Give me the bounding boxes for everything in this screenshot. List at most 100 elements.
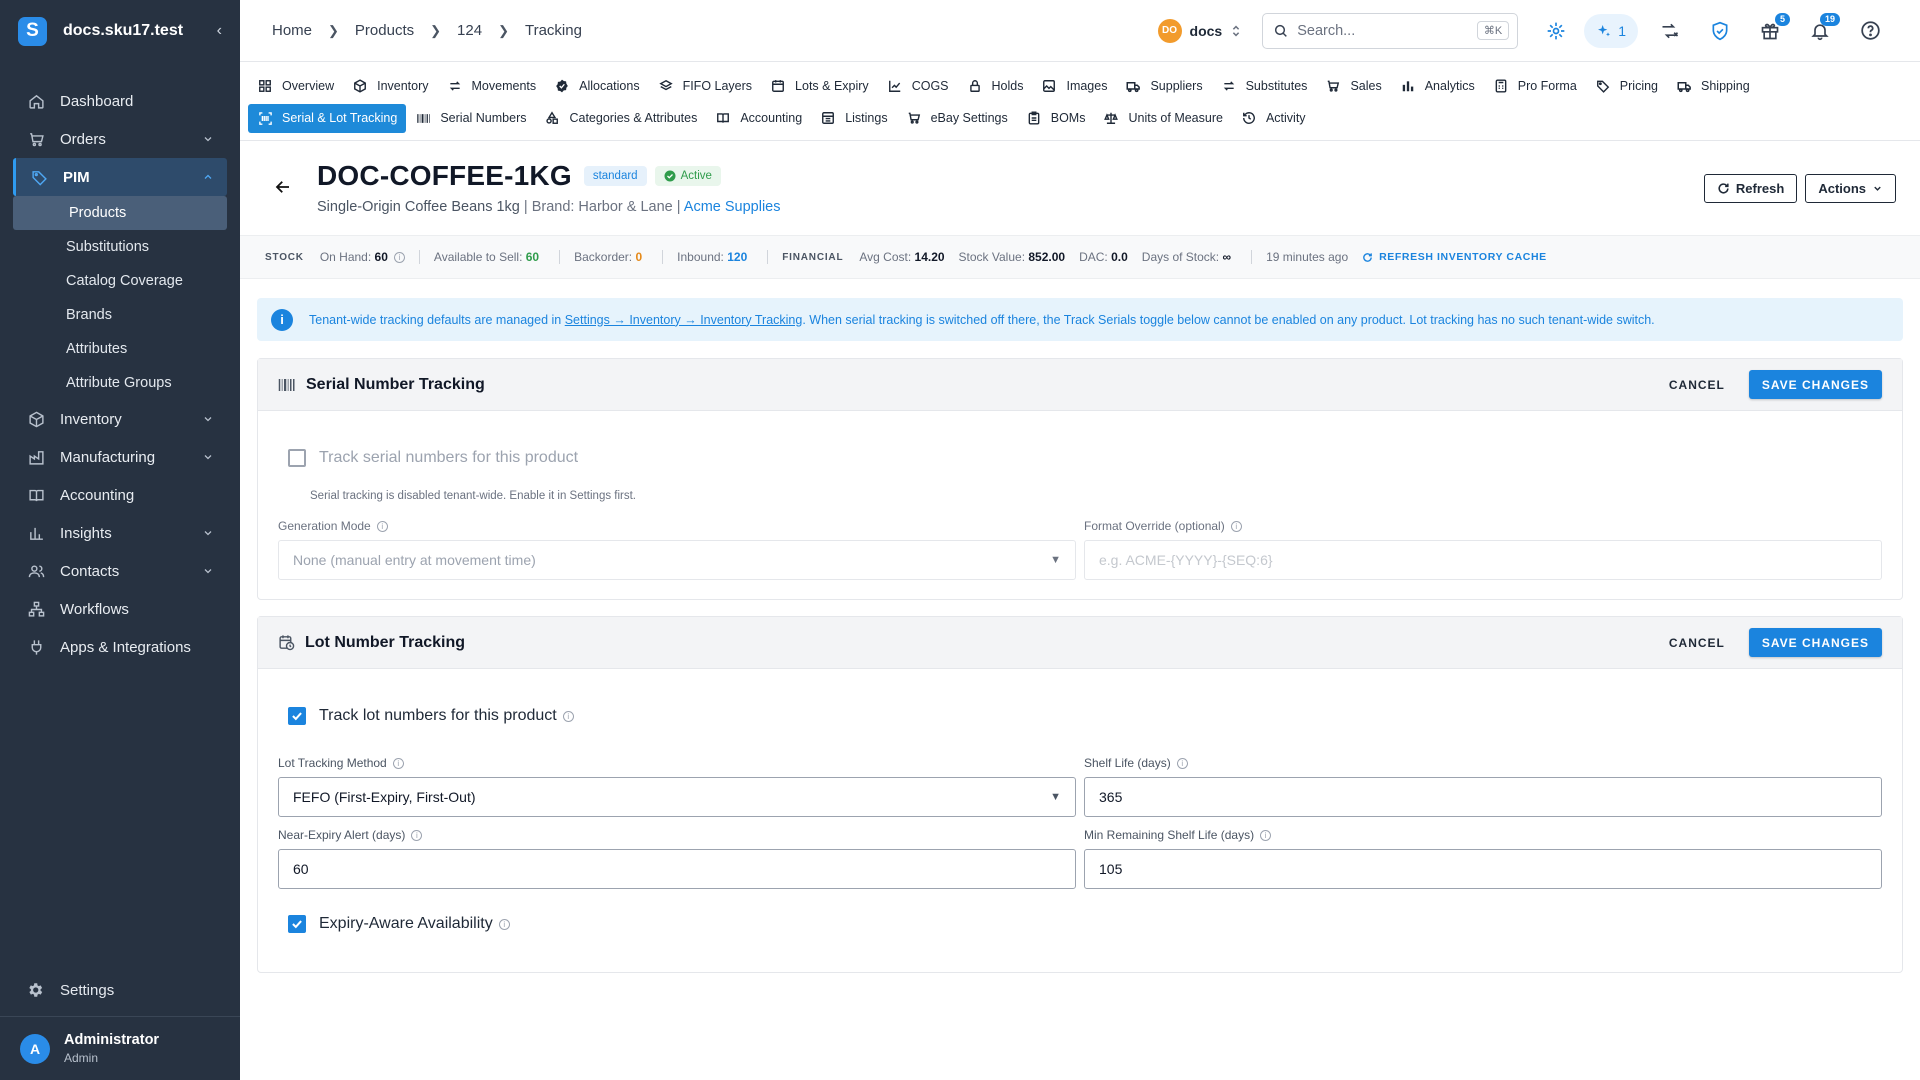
info-icon[interactable]: i [562, 710, 574, 722]
bell-icon[interactable]: 19 [1802, 12, 1840, 49]
sidebar-item-orders[interactable]: Orders [0, 120, 240, 158]
product-subtitle: Single-Origin Coffee Beans 1kg | Brand: … [317, 199, 781, 215]
chevron-down-icon [202, 565, 214, 577]
tab-overview[interactable]: Overview [248, 72, 343, 101]
track-serials-checkbox[interactable] [288, 449, 306, 467]
info-icon[interactable]: i [411, 829, 423, 841]
shield-icon[interactable] [1702, 13, 1738, 49]
tab-categories-attributes[interactable]: Categories & Attributes [535, 104, 706, 133]
tab-serial-lot-tracking[interactable]: Serial & Lot Tracking [248, 103, 407, 133]
tab-fifo-layers[interactable]: FIFO Layers [649, 72, 761, 101]
app-logo[interactable]: S [18, 16, 47, 46]
save-changes-button[interactable]: SAVE CHANGES [1748, 628, 1882, 657]
tab-sales[interactable]: Sales [1316, 72, 1390, 101]
info-icon[interactable]: i [498, 918, 510, 930]
search-input[interactable]: Search... ⌘K [1262, 12, 1519, 49]
tab-inventory[interactable]: Inventory [343, 72, 437, 101]
sidebar-item-contacts[interactable]: Contacts [0, 552, 240, 590]
cancel-button[interactable]: CANCEL [1669, 636, 1725, 650]
serial-tracking-card: Serial Number Tracking CANCEL SAVE CHANG… [257, 358, 1903, 600]
divider [559, 250, 561, 264]
tab-activity[interactable]: Activity [1232, 104, 1315, 133]
ai-assistant-button[interactable]: 1 [1584, 13, 1638, 48]
sidebar-subitem-attribute-groups[interactable]: Attribute Groups [0, 366, 240, 400]
refresh-button[interactable]: Refresh [1703, 174, 1798, 203]
tab-lots-expiry[interactable]: Lots & Expiry [761, 72, 878, 101]
tab-serial-numbers[interactable]: Serial Numbers [406, 104, 535, 133]
breadcrumb-product-id[interactable]: 124 [457, 22, 482, 39]
info-icon[interactable]: i [1176, 757, 1188, 769]
tab-label: Inventory [377, 79, 429, 93]
sidebar-item-apps-integrations[interactable]: Apps & Integrations [0, 628, 240, 666]
backorder-stat: Backorder: 0 [574, 250, 643, 264]
expiry-aware-checkbox[interactable] [288, 915, 306, 933]
sidebar-subitem-brands[interactable]: Brands [0, 298, 240, 332]
tab-substitutes[interactable]: Substitutes [1212, 72, 1317, 101]
shelf-life-input[interactable]: 365 [1084, 777, 1882, 817]
sidebar-item-dashboard[interactable]: Dashboard [0, 82, 240, 120]
tab-units-of-measure[interactable]: Units of Measure [1094, 104, 1231, 133]
sidebar-subitem-products[interactable]: Products [13, 196, 227, 230]
actions-menu-button[interactable]: Actions [1805, 174, 1896, 203]
user-profile[interactable]: A Administrator Admin [0, 1016, 240, 1080]
tab-accounting[interactable]: Accounting [706, 104, 811, 133]
save-changes-button[interactable]: SAVE CHANGES [1748, 370, 1882, 399]
generation-mode-value: None (manual entry at movement time) [293, 552, 536, 568]
generation-mode-select[interactable]: None (manual entry at movement time) ▼ [278, 540, 1076, 580]
gift-badge: 5 [1774, 12, 1790, 26]
sidebar-item-manufacturing[interactable]: Manufacturing [0, 438, 240, 476]
sidebar-subitem-catalog-coverage[interactable]: Catalog Coverage [0, 264, 240, 298]
user-role: Admin [64, 1051, 99, 1065]
near-expiry-input[interactable]: 60 [278, 849, 1076, 889]
tab-listings[interactable]: Listings [811, 104, 896, 133]
tab-boms[interactable]: BOMs [1017, 104, 1095, 133]
dac-value: 0.0 [1111, 250, 1128, 264]
switch-icon[interactable] [1652, 13, 1688, 49]
lot-method-select[interactable]: FEFO (First-Expiry, First-Out) ▼ [278, 777, 1076, 817]
info-icon[interactable]: i [393, 251, 405, 263]
gift-icon[interactable]: 5 [1752, 12, 1790, 49]
cancel-button[interactable]: CANCEL [1669, 378, 1725, 392]
min-remaining-input[interactable]: 105 [1084, 849, 1882, 889]
workspace-switcher[interactable]: DO docs [1157, 18, 1243, 43]
track-lots-row: Track lot numbers for this product i [288, 707, 574, 725]
format-override-input[interactable]: e.g. ACME-{YYYY}-{SEQ:6} [1084, 540, 1882, 580]
factory-icon [26, 447, 46, 467]
tab-movements[interactable]: Movements [438, 72, 546, 101]
info-icon[interactable]: i [1230, 520, 1242, 532]
collapse-sidebar-icon[interactable]: ‹ [217, 22, 222, 40]
tab-pro-forma[interactable]: Pro Forma [1484, 72, 1586, 101]
sidebar-item-accounting[interactable]: Accounting [0, 476, 240, 514]
track-lots-checkbox[interactable] [288, 707, 306, 725]
sidebar-item-pim[interactable]: PIM [13, 158, 227, 196]
breadcrumb-products[interactable]: Products [355, 22, 414, 39]
settings-link[interactable]: Settings → Inventory → Inventory Trackin… [565, 313, 803, 327]
tab-cogs[interactable]: COGS [878, 72, 958, 101]
tab-suppliers[interactable]: Suppliers [1116, 72, 1211, 101]
tab-holds[interactable]: Holds [958, 72, 1033, 101]
info-icon[interactable]: i [1260, 829, 1272, 841]
store-cart-icon [906, 110, 922, 126]
sidebar-subitem-substitutions[interactable]: Substitutions [0, 230, 240, 264]
notifications-badge: 19 [1819, 12, 1840, 26]
supplier-link[interactable]: Acme Supplies [684, 199, 781, 215]
refresh-inventory-cache-button[interactable]: REFRESH INVENTORY CACHE [1362, 251, 1547, 263]
integrations-icon[interactable] [1538, 13, 1574, 49]
tab-pricing[interactable]: Pricing [1586, 72, 1667, 101]
tab-ebay-settings[interactable]: eBay Settings [897, 104, 1017, 133]
shelf-life-field: Shelf Life (days) i 365 [1084, 755, 1882, 817]
info-icon[interactable]: i [376, 520, 388, 532]
sidebar-item-workflows[interactable]: Workflows [0, 590, 240, 628]
tab-allocations[interactable]: Allocations [545, 72, 648, 101]
breadcrumb-home[interactable]: Home [272, 22, 312, 39]
sidebar-subitem-attributes[interactable]: Attributes [0, 332, 240, 366]
info-icon[interactable]: i [392, 757, 404, 769]
back-arrow-icon[interactable] [274, 178, 292, 196]
sidebar-item-settings[interactable]: Settings [0, 970, 240, 1010]
tab-shipping[interactable]: Shipping [1667, 72, 1759, 101]
tab-analytics[interactable]: Analytics [1391, 72, 1484, 101]
tab-images[interactable]: Images [1032, 72, 1116, 101]
sidebar-item-inventory[interactable]: Inventory [0, 400, 240, 438]
help-icon[interactable] [1852, 13, 1888, 49]
sidebar-item-insights[interactable]: Insights [0, 514, 240, 552]
